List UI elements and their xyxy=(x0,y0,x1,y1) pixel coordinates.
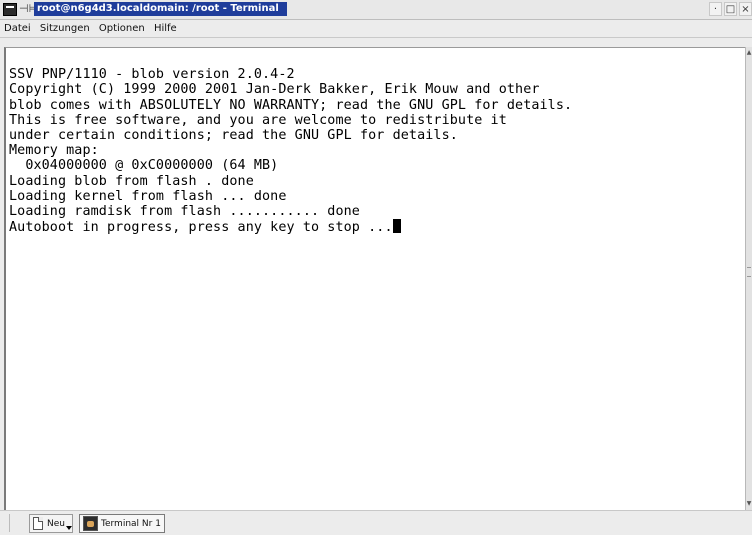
scroll-handle[interactable] xyxy=(747,267,751,277)
minimize-button[interactable]: · xyxy=(709,2,722,16)
terminal-line-last: Autoboot in progress, press any key to s… xyxy=(9,219,572,235)
text-cursor xyxy=(392,219,401,234)
terminal-line: Copyright (C) 1999 2000 2001 Jan-Derk Ba… xyxy=(9,82,540,98)
menu-optionen[interactable]: Optionen xyxy=(96,20,148,37)
session-tab-terminal[interactable]: Terminal Nr 1 xyxy=(79,514,165,533)
tabbar-grip xyxy=(9,514,24,532)
session-tab-label: Terminal Nr 1 xyxy=(101,519,161,529)
new-session-label: Neu xyxy=(47,519,65,529)
close-button[interactable]: × xyxy=(739,2,752,16)
scroll-up-icon[interactable]: ▲ xyxy=(746,47,752,59)
window-menu-icon[interactable] xyxy=(3,3,17,16)
new-document-icon xyxy=(33,517,43,530)
menu-datei[interactable]: Datei xyxy=(0,20,34,37)
new-session-button[interactable]: Neu xyxy=(29,514,73,533)
terminal-icon xyxy=(83,516,98,531)
terminal-text: SSV PNP/1110 - blob version 2.0.4-2 Copyr… xyxy=(9,52,572,235)
menu-hilfe[interactable]: Hilfe xyxy=(151,20,180,37)
vertical-scrollbar[interactable]: ▲ ▼ xyxy=(745,47,752,510)
terminal-line: under certain conditions; read the GNU G… xyxy=(9,128,458,144)
title-bar[interactable]: ⊣⊨ root@n6g4d3.localdomain: /root - Term… xyxy=(0,0,752,20)
window-title: root@n6g4d3.localdomain: /root - Termina… xyxy=(34,2,287,16)
dropdown-arrow-icon xyxy=(66,526,72,530)
terminal-output[interactable]: SSV PNP/1110 - blob version 2.0.4-2 Copyr… xyxy=(4,47,745,510)
menu-bar: Datei Sitzungen Optionen Hilfe xyxy=(0,20,752,38)
maximize-button[interactable]: □ xyxy=(724,2,737,16)
terminal-line: SSV PNP/1110 - blob version 2.0.4-2 xyxy=(9,67,295,83)
scroll-down-icon[interactable]: ▼ xyxy=(746,498,752,510)
window-controls: · □ × xyxy=(709,2,752,17)
menu-sitzungen[interactable]: Sitzungen xyxy=(37,20,93,37)
terminal-line: This is free software, and you are welco… xyxy=(9,112,507,128)
session-tab-bar: Neu Terminal Nr 1 xyxy=(0,510,752,535)
terminal-line: Autoboot in progress, press any key to s… xyxy=(9,220,393,236)
terminal-line: Loading kernel from flash ... done xyxy=(9,188,287,204)
terminal-line: Loading ramdisk from flash ........... d… xyxy=(9,204,360,220)
terminal-line: Memory map: xyxy=(9,143,99,159)
terminal-line: Loading blob from flash . done xyxy=(9,173,254,189)
terminal-line: 0x04000000 @ 0xC0000000 (64 MB) xyxy=(9,158,279,174)
terminal-line: blob comes with ABSOLUTELY NO WARRANTY; … xyxy=(9,97,573,113)
